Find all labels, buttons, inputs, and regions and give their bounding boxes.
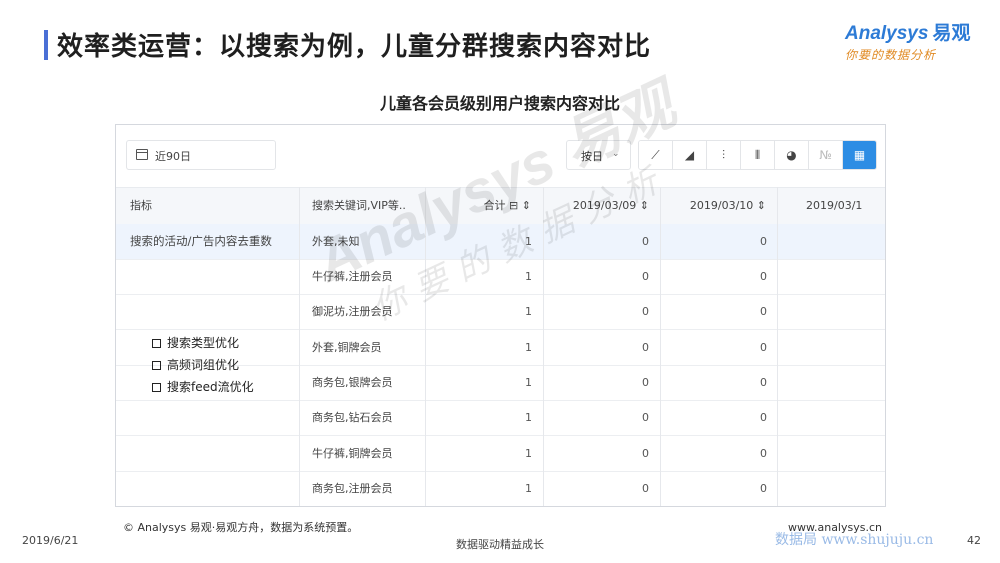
site-watermark: 数据局 www.shujuju.cn: [775, 532, 934, 548]
analytics-panel: 近90日 按日 ⌄ ⟋ ◢ ⫶ ⫴ ◕ № ▦ 指标 搜索关键词,VIP等.. …: [115, 124, 886, 507]
list-item-label: 搜索feed流优化: [167, 380, 254, 394]
number-icon: №: [819, 148, 832, 162]
area-chart-icon: ◢: [684, 148, 695, 162]
cell-total: 1: [525, 235, 532, 248]
cell-date-0310: 0: [760, 376, 767, 389]
header-date-0311[interactable]: 2019/03/1: [806, 188, 862, 224]
header-total[interactable]: 合计 ⊟ ⇕: [426, 188, 531, 224]
cell-total: 1: [525, 305, 532, 318]
logo-brand: Analysys: [845, 23, 929, 44]
list-item: 高频词组优化: [152, 354, 254, 376]
calendar-icon: [136, 149, 148, 160]
table-icon: ▦: [853, 148, 866, 162]
optimization-list: 搜索类型优化 高频词组优化 搜索feed流优化: [152, 332, 254, 398]
cell-keyword: 外套,未知: [312, 235, 360, 248]
cell-total: 1: [525, 447, 532, 460]
page-number: 42: [967, 534, 981, 547]
page-title: 效率类运营：以搜索为例，儿童分群搜索内容对比: [57, 32, 652, 62]
cell-total: 1: [525, 482, 532, 495]
cell-date-0310: 0: [760, 447, 767, 460]
column-divider: [299, 187, 300, 506]
copyright-note: © Analysys 易观·易观方舟，数据为系统预置。: [123, 521, 359, 534]
bar-line-chart-icon: ⫶: [721, 147, 725, 162]
checkbox-square-icon: [152, 382, 161, 392]
header-date-0310[interactable]: 2019/03/10 ⇕: [662, 188, 766, 224]
line-chart-button[interactable]: ⟋: [639, 141, 673, 169]
granularity-label: 按日: [581, 150, 603, 163]
header-metric: 指标: [130, 199, 152, 212]
logo-tagline: 你要的数据分析: [845, 48, 937, 62]
chevron-down-icon: ⌄: [612, 149, 620, 159]
cell-date-0309: 0: [642, 376, 649, 389]
cell-date-0309: 0: [642, 235, 649, 248]
cell-total: 1: [525, 270, 532, 283]
list-item-label: 搜索类型优化: [167, 336, 240, 350]
cell-keyword: 商务包,钻石会员: [312, 411, 393, 424]
line-chart-icon: ⟋: [651, 147, 660, 162]
checkbox-square-icon: [152, 338, 161, 348]
column-divider: [425, 187, 426, 506]
list-item: 搜索类型优化: [152, 332, 254, 354]
list-item: 搜索feed流优化: [152, 376, 254, 398]
cell-date-0309: 0: [642, 341, 649, 354]
area-chart-button[interactable]: ◢: [673, 141, 707, 169]
cell-date-0309: 0: [642, 270, 649, 283]
table-row[interactable]: 御泥坊,注册会员 1 0 0: [116, 294, 885, 330]
date-range-label: 近90日: [155, 150, 191, 163]
cell-keyword: 牛仔裤,注册会员: [312, 270, 393, 283]
header-date-0309[interactable]: 2019/03/09 ⇕: [545, 188, 649, 224]
cell-date-0309: 0: [642, 411, 649, 424]
metric-name: 搜索的活动/广告内容去重数: [130, 234, 272, 248]
chart-type-toolbar: ⟋ ◢ ⫶ ⫴ ◕ № ▦: [638, 140, 877, 170]
cell-keyword: 商务包,银牌会员: [312, 376, 393, 389]
cell-date-0309: 0: [642, 305, 649, 318]
cell-total: 1: [525, 376, 532, 389]
cell-keyword: 外套,铜牌会员: [312, 341, 382, 354]
date-range-picker[interactable]: 近90日: [126, 140, 276, 170]
cell-date-0310: 0: [760, 235, 767, 248]
list-item-label: 高频词组优化: [167, 358, 240, 372]
number-view-button[interactable]: №: [809, 141, 843, 169]
cell-date-0310: 0: [760, 482, 767, 495]
cell-date-0309: 0: [642, 447, 649, 460]
cell-date-0309: 0: [642, 482, 649, 495]
title-accent-bar: [44, 30, 48, 60]
checkbox-square-icon: [152, 360, 161, 370]
cell-total: 1: [525, 411, 532, 424]
bar-line-chart-button[interactable]: ⫶: [707, 141, 741, 169]
table-header: 指标 搜索关键词,VIP等.. 合计 ⊟ ⇕ 2019/03/09 ⇕ 2019…: [116, 187, 885, 225]
table-row[interactable]: 商务包,钻石会员 1 0 0: [116, 400, 885, 436]
cell-keyword: 御泥坊,注册会员: [312, 305, 393, 318]
bar-chart-button[interactable]: ⫴: [741, 141, 775, 169]
table-row[interactable]: 商务包,注册会员 1 0 0: [116, 471, 885, 506]
column-divider: [543, 187, 544, 506]
header-keyword[interactable]: 搜索关键词,VIP等..: [312, 188, 406, 224]
logo-brand-cn: 易观: [932, 22, 971, 44]
chart-title: 儿童各会员级别用户搜索内容对比: [379, 94, 620, 113]
pie-chart-icon: ◕: [786, 148, 797, 162]
cell-date-0310: 0: [760, 270, 767, 283]
table-row[interactable]: 牛仔裤,铜牌会员 1 0 0: [116, 436, 885, 472]
cell-keyword: 牛仔裤,铜牌会员: [312, 447, 393, 460]
table-view-button[interactable]: ▦: [843, 141, 876, 169]
cell-total: 1: [525, 341, 532, 354]
table-row[interactable]: 牛仔裤,注册会员 1 0 0: [116, 259, 885, 295]
cell-date-0310: 0: [760, 411, 767, 424]
granularity-select[interactable]: 按日 ⌄: [566, 140, 631, 170]
column-divider: [777, 187, 778, 506]
column-divider: [660, 187, 661, 506]
analysys-logo: Analysys 易观 你要的数据分析: [845, 18, 975, 66]
cell-date-0310: 0: [760, 341, 767, 354]
bar-chart-icon: ⫴: [754, 147, 761, 162]
pie-chart-button[interactable]: ◕: [775, 141, 809, 169]
cell-date-0310: 0: [760, 305, 767, 318]
cell-keyword: 商务包,注册会员: [312, 482, 393, 495]
